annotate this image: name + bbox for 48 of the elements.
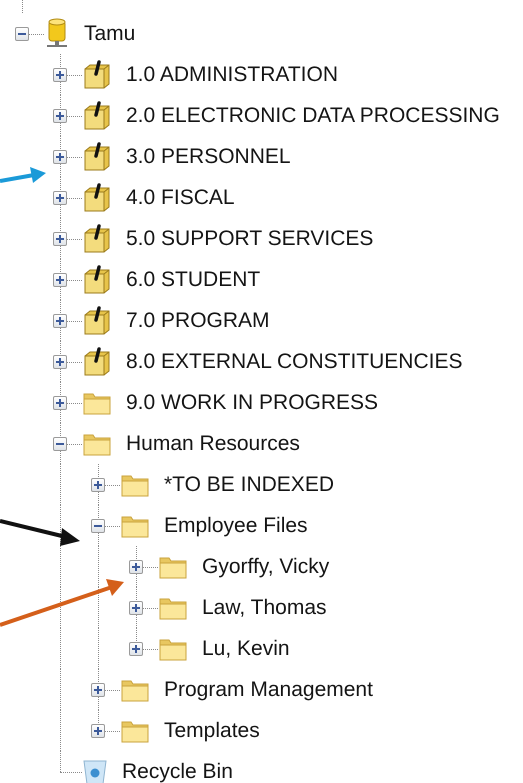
expand-toggle[interactable]: [53, 150, 67, 164]
collapse-toggle[interactable]: [15, 27, 29, 41]
expand-toggle[interactable]: [129, 642, 143, 656]
box-icon: [82, 60, 112, 90]
tree-item-label[interactable]: 1.0 ADMINISTRATION: [126, 64, 338, 85]
tree-item-label[interactable]: Lu, Kevin: [202, 638, 290, 659]
box-icon: [82, 224, 112, 254]
tree-item-label[interactable]: Human Resources: [126, 433, 300, 454]
expand-toggle[interactable]: [53, 191, 67, 205]
expand-toggle[interactable]: [53, 355, 67, 369]
pointer-arrow: [0, 167, 46, 183]
expand-toggle[interactable]: [53, 232, 67, 246]
tree-item-label[interactable]: 3.0 PERSONNEL: [126, 146, 291, 167]
expand-toggle[interactable]: [129, 601, 143, 615]
tree-item-label[interactable]: Program Management: [164, 679, 373, 700]
recycle-bin-icon: [82, 758, 108, 783]
expand-toggle[interactable]: [129, 560, 143, 574]
tree-item-label[interactable]: Recycle Bin: [122, 761, 233, 782]
expand-toggle[interactable]: [53, 396, 67, 410]
expand-toggle[interactable]: [91, 683, 105, 697]
tree-item-label[interactable]: 5.0 SUPPORT SERVICES: [126, 228, 374, 249]
collapse-toggle[interactable]: [91, 519, 105, 533]
box-icon: [82, 264, 112, 294]
tree-item-label[interactable]: Law, Thomas: [202, 597, 327, 618]
tree-item-label[interactable]: 8.0 EXTERNAL CONSTITUENCIES: [126, 351, 462, 372]
expand-toggle[interactable]: [91, 478, 105, 492]
tree-item-label[interactable]: 2.0 ELECTRONIC DATA PROCESSING: [126, 105, 500, 126]
expand-toggle[interactable]: [53, 68, 67, 82]
tree-item-label[interactable]: 4.0 FISCAL: [126, 187, 235, 208]
expand-toggle[interactable]: [53, 273, 67, 287]
tree-item-label[interactable]: *TO BE INDEXED: [164, 474, 334, 495]
tree-item-label[interactable]: Gyorffy, Vicky: [202, 556, 330, 577]
expand-toggle[interactable]: [53, 314, 67, 328]
box-icon: [82, 100, 112, 130]
expand-toggle[interactable]: [53, 109, 67, 123]
box-icon: [82, 346, 112, 376]
tree-item-label[interactable]: Templates: [164, 720, 260, 741]
box-icon: [82, 182, 112, 212]
tree-item-label[interactable]: 9.0 WORK IN PROGRESS: [126, 392, 378, 413]
box-icon: [82, 306, 112, 336]
expand-toggle[interactable]: [91, 724, 105, 738]
collapse-toggle[interactable]: [53, 437, 67, 451]
tree-item-label[interactable]: 7.0 PROGRAM: [126, 310, 270, 331]
database-icon: [44, 18, 70, 50]
tree-item-label[interactable]: Employee Files: [164, 515, 308, 536]
box-icon: [82, 142, 112, 172]
tree-item-label[interactable]: 6.0 STUDENT: [126, 269, 260, 290]
tree-item-label[interactable]: Tamu: [84, 23, 136, 44]
